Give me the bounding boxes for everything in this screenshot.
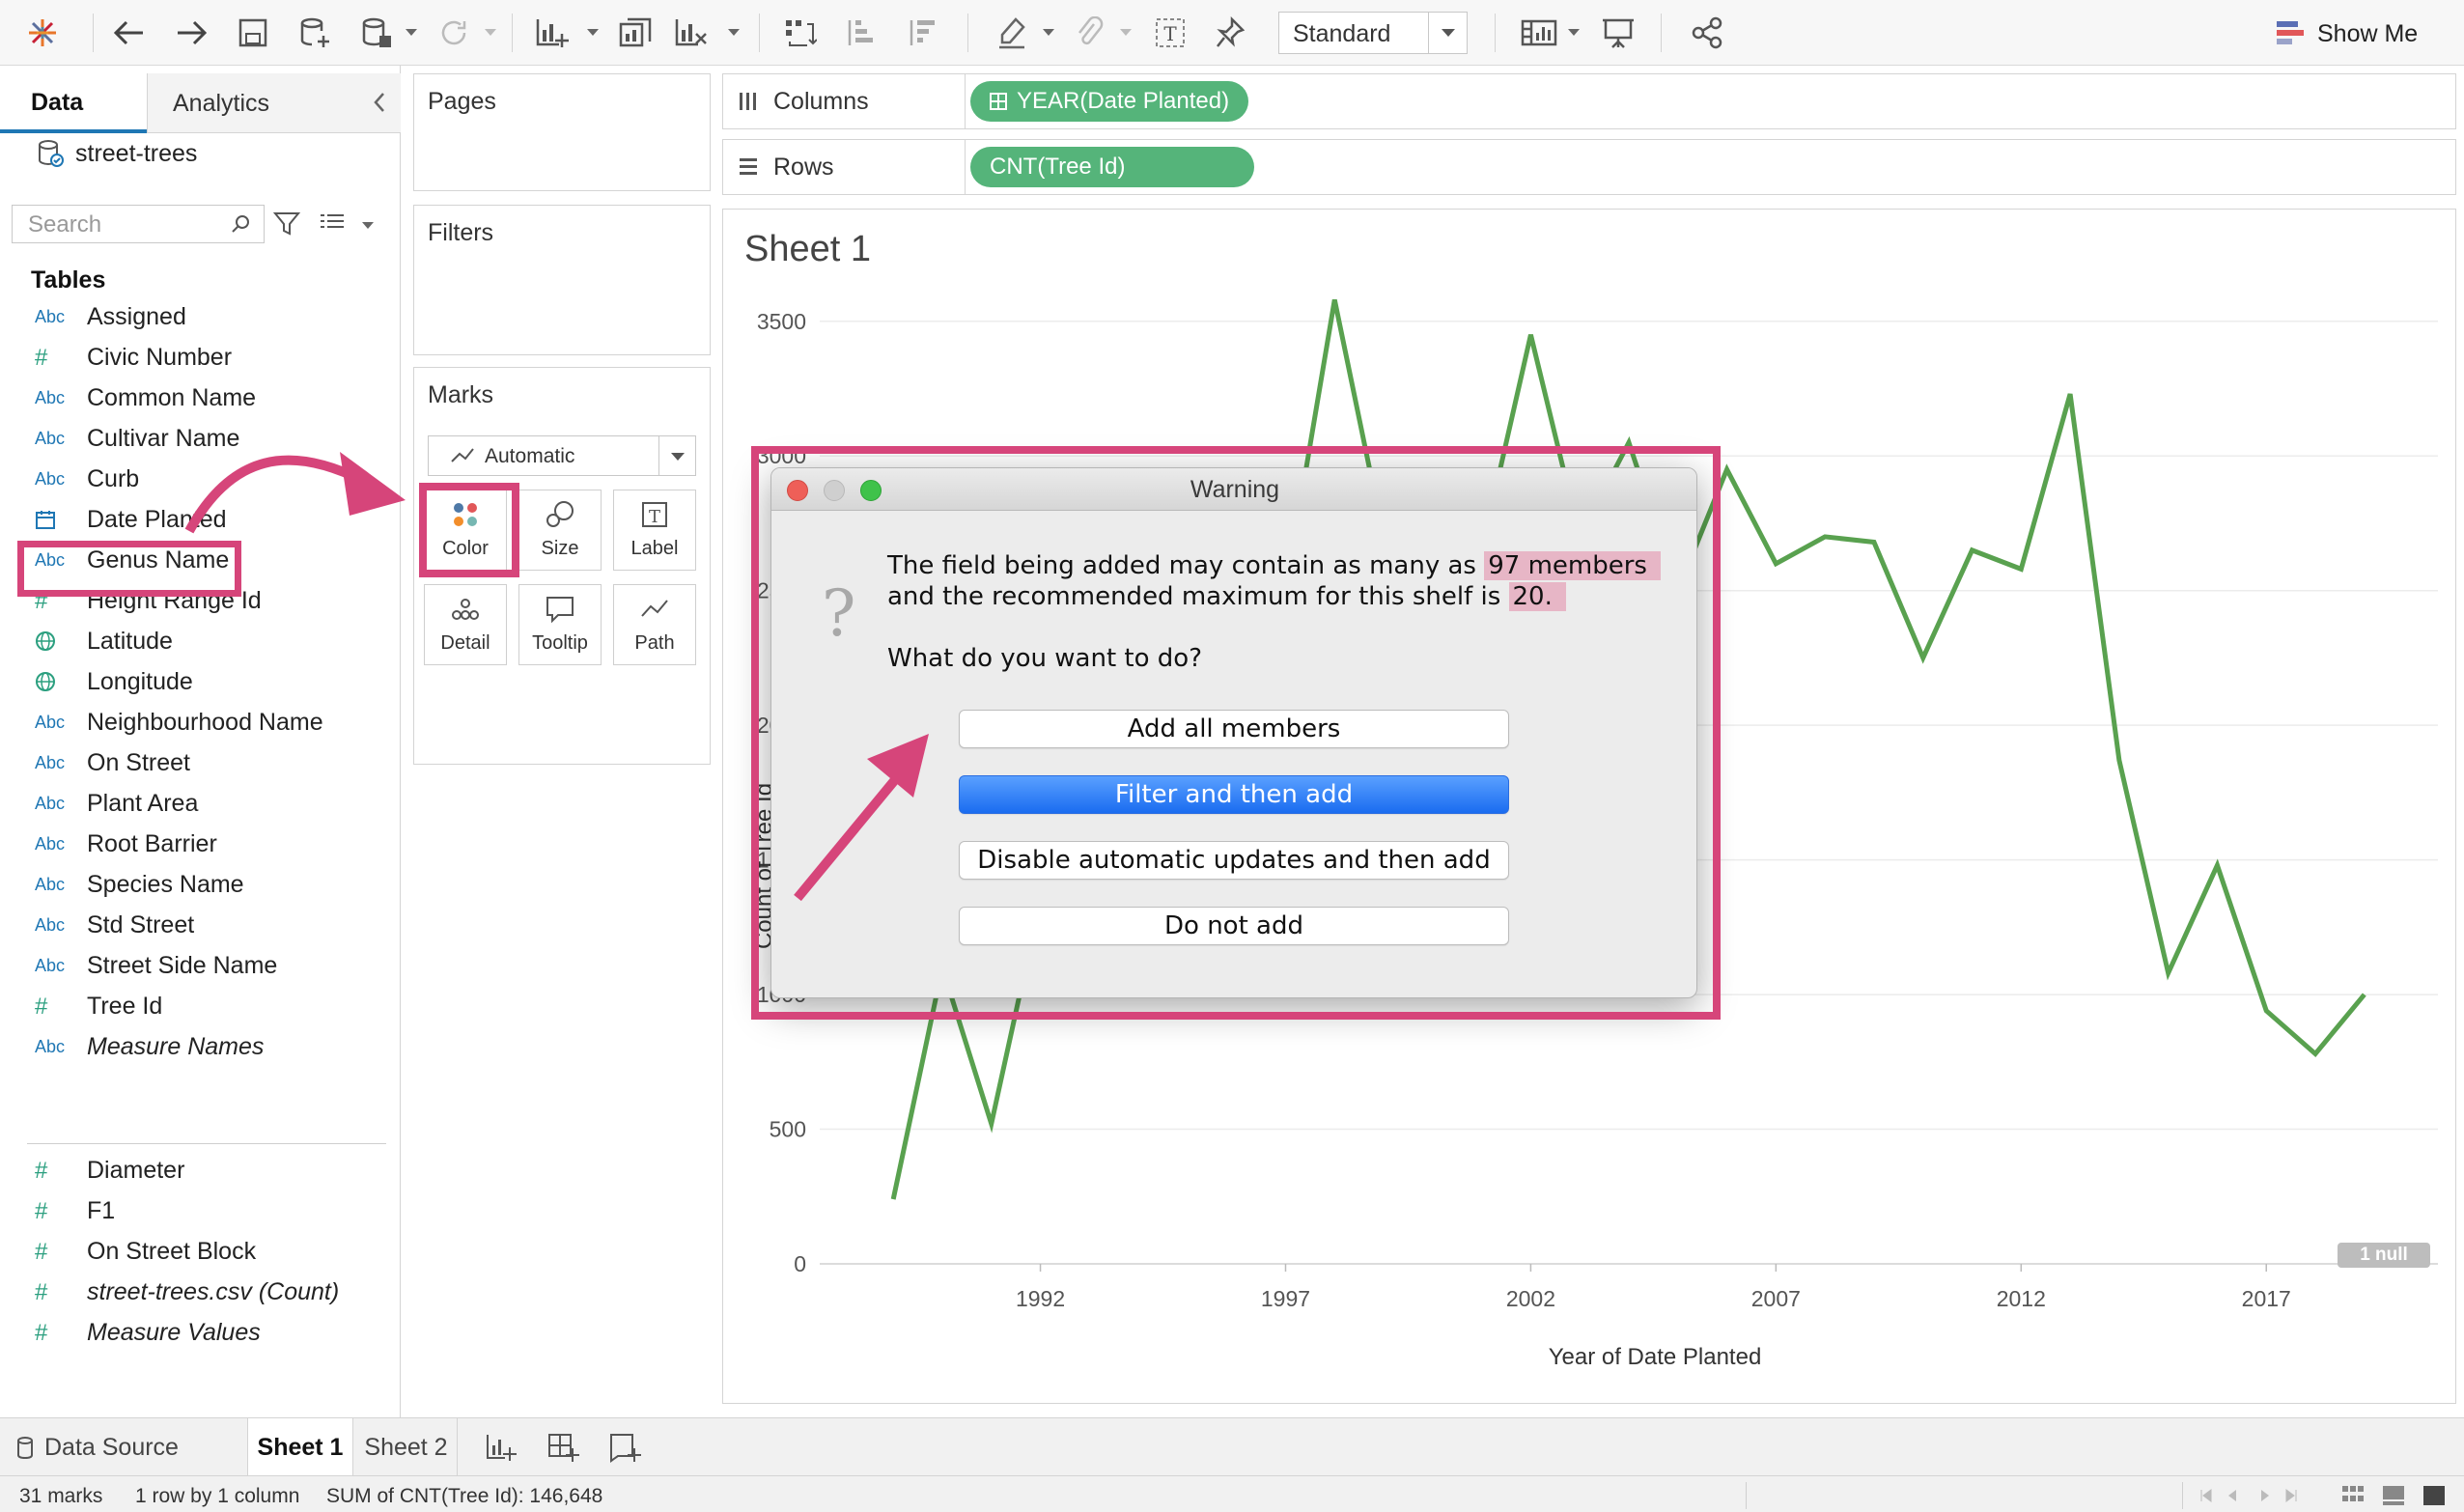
annotation-arrows	[184, 452, 929, 902]
dialog-arrow-head	[867, 734, 929, 798]
dialog-arrow-shaft	[794, 772, 902, 902]
curved-arrow-head	[340, 452, 406, 516]
curved-arrow-shaft	[184, 455, 366, 534]
